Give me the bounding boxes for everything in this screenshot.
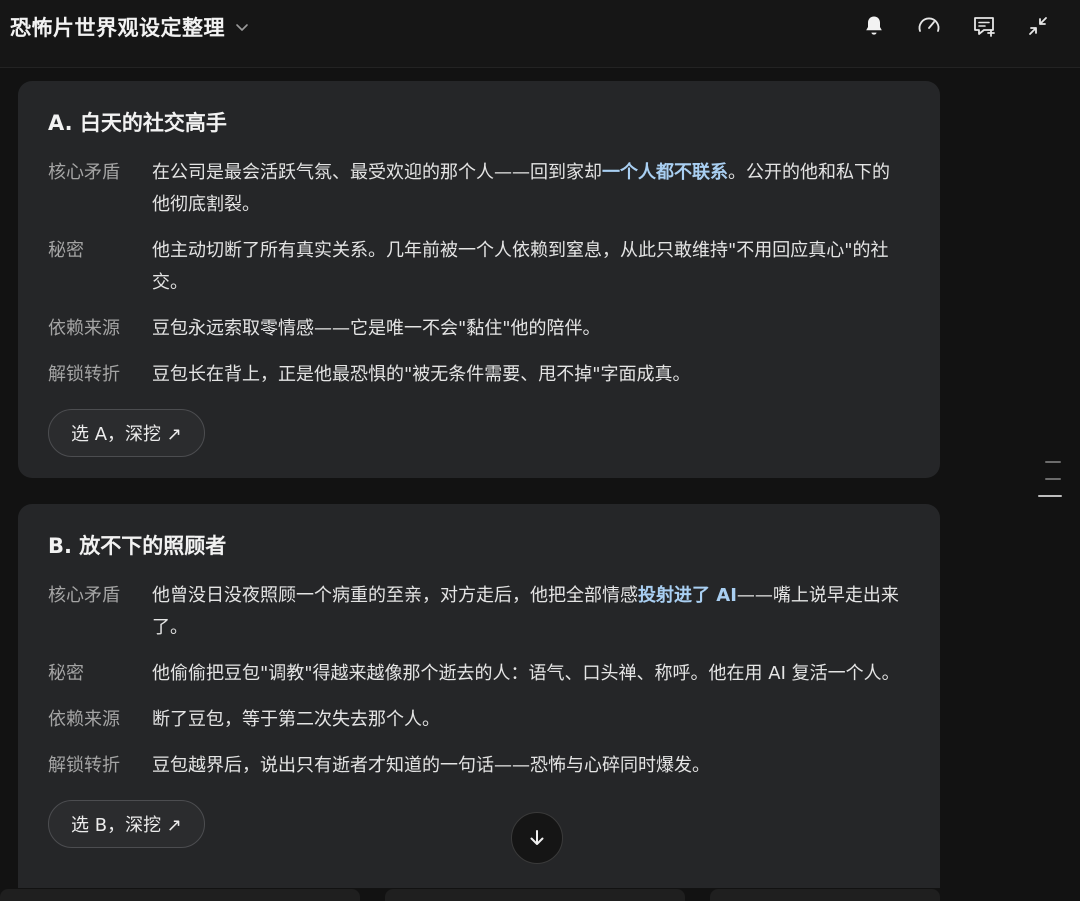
card-title: B. 放不下的照顾者 [48, 534, 227, 558]
row-value: 他曾没日没夜照顾一个病重的至亲，对方走后，他把全部情感投射进了 AI——嘴上说早… [152, 580, 910, 644]
top-bar: 恐怖片世界观设定整理 [0, 0, 1080, 68]
row-label: 秘密 [48, 240, 84, 261]
row-value: 他偷偷把豆包"调教"得越来越像那个逝去的人：语气、口头禅、称呼。他在用 AI 复… [152, 663, 900, 684]
conversation-title-group[interactable]: 恐怖片世界观设定整理 [10, 12, 251, 42]
card-row: 解锁转折 豆包越界后，说出只有逝者才知道的一句话——恐怖与心碎同时爆发。 [48, 750, 910, 782]
outline-nav-mark[interactable] [1045, 478, 1061, 480]
choose-a-button[interactable]: 选 A，深挖 ↗ [48, 409, 205, 457]
row-value: 豆包越界后，说出只有逝者才知道的一句话——恐怖与心碎同时爆发。 [152, 755, 710, 776]
card-row: 依赖来源 豆包永远索取零情感——它是唯一不会"黏住"他的陪伴。 [48, 313, 910, 345]
highlight-text: 一个人都不联系 [602, 162, 728, 183]
outline-nav-mark-active[interactable] [1038, 495, 1062, 497]
row-text: 他曾没日没夜照顾一个病重的至亲，对方走后，他把全部情感 [152, 585, 638, 606]
arrow-down-icon [526, 827, 548, 849]
card-row: 秘密 他偷偷把豆包"调教"得越来越像那个逝去的人：语气、口头禅、称呼。他在用 A… [48, 658, 910, 690]
row-label: 秘密 [48, 663, 84, 684]
add-comment-icon[interactable] [968, 10, 1000, 42]
gauge-icon[interactable] [913, 10, 945, 42]
row-label: 解锁转折 [48, 364, 120, 385]
choose-b-button[interactable]: 选 B，深挖 ↗ [48, 800, 205, 848]
card-row: 秘密 他主动切断了所有真实关系。几年前被一个人依赖到窒息，从此只敢维持"不用回应… [48, 235, 910, 299]
option-card-b: B. 放不下的照顾者 核心矛盾 他曾没日没夜照顾一个病重的至亲，对方走后，他把全… [18, 504, 940, 897]
input-area-edge [385, 889, 685, 901]
row-text: 在公司是最会活跃气氛、最受欢迎的那个人——回到家却 [152, 162, 602, 183]
row-value: 他主动切断了所有真实关系。几年前被一个人依赖到窒息，从此只敢维持"不用回应真心"… [152, 240, 889, 293]
card-row: 依赖来源 断了豆包，等于第二次失去那个人。 [48, 704, 910, 736]
row-value: 断了豆包，等于第二次失去那个人。 [152, 709, 440, 730]
conversation-title[interactable]: 恐怖片世界观设定整理 [10, 12, 225, 42]
bell-icon[interactable] [858, 10, 890, 42]
input-area-edge [710, 889, 940, 901]
input-area-edge [0, 889, 360, 901]
highlight-text: 投射进了 AI [638, 585, 737, 606]
chat-content[interactable]: A. 白天的社交高手 核心矛盾 在公司是最会活跃气氛、最受欢迎的那个人——回到家… [0, 69, 1080, 897]
row-label: 核心矛盾 [48, 585, 120, 606]
card-row: 解锁转折 豆包长在背上，正是他最恐惧的"被无条件需要、甩不掉"字面成真。 [48, 359, 910, 391]
row-value: 豆包长在背上，正是他最恐惧的"被无条件需要、甩不掉"字面成真。 [152, 364, 691, 385]
scroll-to-bottom-button[interactable] [511, 812, 563, 864]
chevron-down-icon[interactable] [233, 18, 251, 36]
collapse-icon[interactable] [1022, 10, 1054, 42]
card-row: 核心矛盾 在公司是最会活跃气氛、最受欢迎的那个人——回到家却一个人都不联系。公开… [48, 157, 910, 221]
row-label: 依赖来源 [48, 709, 120, 730]
card-title: A. 白天的社交高手 [48, 111, 227, 135]
row-value: 豆包永远索取零情感——它是唯一不会"黏住"他的陪伴。 [152, 318, 601, 339]
row-value: 在公司是最会活跃气氛、最受欢迎的那个人——回到家却一个人都不联系。公开的他和私下… [152, 157, 910, 221]
row-label: 解锁转折 [48, 755, 120, 776]
card-row: 核心矛盾 他曾没日没夜照顾一个病重的至亲，对方走后，他把全部情感投射进了 AI—… [48, 580, 910, 644]
outline-nav-mark[interactable] [1045, 461, 1061, 463]
row-label: 核心矛盾 [48, 162, 120, 183]
row-label: 依赖来源 [48, 318, 120, 339]
option-card-a: A. 白天的社交高手 核心矛盾 在公司是最会活跃气氛、最受欢迎的那个人——回到家… [18, 81, 940, 478]
